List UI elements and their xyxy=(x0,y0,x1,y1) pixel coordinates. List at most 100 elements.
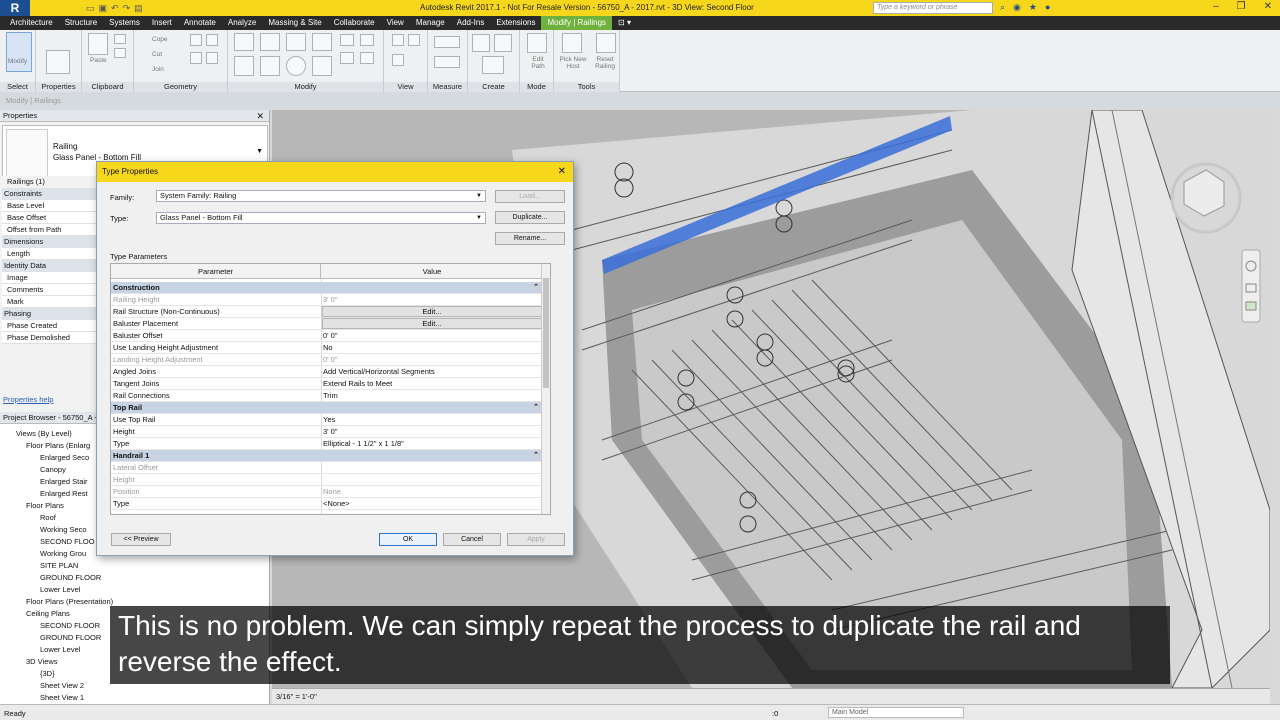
create-group-icon[interactable] xyxy=(482,56,504,74)
paste-button[interactable] xyxy=(88,33,108,55)
family-select[interactable]: System Family: Railing ▼ xyxy=(156,190,486,202)
linework-icon[interactable] xyxy=(392,54,404,66)
collapse-icon[interactable]: ⌃ xyxy=(533,282,539,294)
ribbon-tab[interactable]: Annotate xyxy=(178,16,222,30)
split-face-icon[interactable] xyxy=(190,52,202,64)
parameter-row[interactable]: Use Top Rail Yes xyxy=(111,414,543,426)
browser-tree-item[interactable]: Enlarged Rest xyxy=(40,489,88,498)
copy-clipboard-icon[interactable] xyxy=(114,34,126,44)
favorites-icon[interactable]: ★ xyxy=(1029,2,1037,13)
properties-button[interactable] xyxy=(46,50,70,74)
revit-logo-icon[interactable]: R xyxy=(0,0,30,16)
browser-tree-item[interactable]: Canopy xyxy=(40,465,66,474)
split-icon[interactable] xyxy=(340,34,354,46)
cope-button[interactable]: Cope xyxy=(152,36,168,43)
parameter-row[interactable]: Use Landing Height Adjustment No xyxy=(111,342,543,354)
collapse-icon[interactable]: ⌃ xyxy=(533,402,539,414)
cut-button[interactable]: Cut xyxy=(152,51,162,58)
array-icon[interactable] xyxy=(340,52,354,64)
ribbon-options-icon[interactable]: ⊡ ▾ xyxy=(612,16,637,30)
browser-tree-item[interactable]: Ceiling Plans xyxy=(26,609,70,618)
parameter-group-row[interactable]: Handrail 1 ⌃ xyxy=(111,450,543,462)
browser-tree-item[interactable]: Enlarged Stair xyxy=(40,477,88,486)
parameter-value[interactable]: No xyxy=(323,342,541,354)
ribbon-tab[interactable]: Insert xyxy=(146,16,178,30)
parameter-group-row[interactable]: Construction ⌃ xyxy=(111,282,543,294)
scrollbar-thumb[interactable] xyxy=(543,278,549,388)
modify-button[interactable] xyxy=(6,32,32,72)
parameter-row[interactable]: Baluster Placement Edit... xyxy=(111,318,543,330)
scale-icon[interactable] xyxy=(360,52,374,64)
browser-tree-item[interactable]: GROUND FLOOR xyxy=(40,573,101,582)
browser-tree-item[interactable]: SITE PLAN xyxy=(40,561,78,570)
browser-tree-item[interactable]: GROUND FLOOR xyxy=(40,633,101,642)
rotate-icon[interactable] xyxy=(286,56,306,76)
dimension-icon[interactable] xyxy=(434,56,460,68)
ribbon-tab[interactable]: Collaborate xyxy=(328,16,381,30)
ribbon-tab[interactable]: Manage xyxy=(410,16,451,30)
open-icon[interactable]: ▭ xyxy=(86,3,95,14)
parameter-value[interactable]: 3' 0" xyxy=(323,426,541,438)
user-icon[interactable]: ● xyxy=(1045,2,1050,13)
rename-button[interactable]: Rename... xyxy=(495,232,565,245)
property-row[interactable]: Length xyxy=(2,248,96,260)
browser-tree-item[interactable]: Enlarged Seco xyxy=(40,453,89,462)
parameter-row[interactable]: Type Elliptical - 1 1/2" x 1 1/8" xyxy=(111,438,543,450)
create-assembly-icon[interactable] xyxy=(472,34,490,52)
instance-count[interactable]: Railings (1) xyxy=(2,176,96,188)
parameter-value[interactable]: Extend Rails to Meet xyxy=(323,378,541,390)
view-scale[interactable]: 3/16" = 1'-0" xyxy=(276,692,317,701)
parameter-value[interactable]: Yes xyxy=(323,414,541,426)
property-row[interactable]: Offset from Path xyxy=(2,224,96,236)
browser-tree-item[interactable]: Sheet View 1 xyxy=(40,693,84,702)
search-input[interactable]: Type a keyword or phrase xyxy=(873,2,993,14)
parameter-row[interactable]: Tangent Joins Extend Rails to Meet xyxy=(111,378,543,390)
browser-tree-item[interactable]: Views (By Level) xyxy=(16,429,72,438)
cut-clipboard-icon[interactable] xyxy=(114,48,126,58)
browser-tree-item[interactable]: {3D} xyxy=(40,669,55,678)
apply-button[interactable]: Apply xyxy=(507,533,565,546)
browser-tree-item[interactable]: Floor Plans xyxy=(26,501,64,510)
property-row[interactable]: Comments xyxy=(2,284,96,296)
ribbon-tab[interactable]: Modify | Railings xyxy=(541,16,613,30)
browser-tree-item[interactable]: Floor Plans (Enlarg xyxy=(26,441,90,450)
save-icon[interactable]: ▣ xyxy=(99,3,108,14)
chevron-down-icon[interactable]: ▼ xyxy=(256,148,263,155)
minimize-icon[interactable]: – xyxy=(1213,1,1219,12)
edit-button[interactable]: Edit... xyxy=(322,318,542,329)
type-select[interactable]: Glass Panel - Bottom Fill ▼ xyxy=(156,212,486,224)
browser-tree-item[interactable]: SECOND FLOOR xyxy=(40,621,100,630)
browser-tree-item[interactable]: Sheet View 2 xyxy=(40,681,84,690)
parameter-value[interactable]: Trim xyxy=(323,390,541,402)
parameter-row[interactable]: Rail Structure (Non-Continuous) Edit... xyxy=(111,306,543,318)
browser-tree-item[interactable]: Working Seco xyxy=(40,525,87,534)
parameter-value[interactable]: Elliptical - 1 1/2" x 1 1/8" xyxy=(323,438,541,450)
navigation-bar[interactable] xyxy=(1241,249,1261,323)
parameter-row[interactable]: Rail Connections Trim xyxy=(111,390,543,402)
create-parts-icon[interactable] xyxy=(494,34,512,52)
demolish-icon[interactable] xyxy=(206,52,218,64)
property-row[interactable]: Image xyxy=(2,272,96,284)
parameter-row[interactable]: Position None xyxy=(111,486,543,498)
parameter-row[interactable]: Height 3' 0" xyxy=(111,426,543,438)
redo-icon[interactable]: ↷ xyxy=(123,3,131,14)
ribbon-tab[interactable]: Massing & Site xyxy=(262,16,327,30)
parameter-row[interactable]: Lateral Offset xyxy=(111,462,543,474)
active-workset-select[interactable]: Main Model xyxy=(828,707,964,718)
collapse-icon[interactable]: ⌃ xyxy=(533,450,539,462)
parameter-group-row[interactable]: Top Rail ⌃ xyxy=(111,402,543,414)
property-row[interactable]: Mark xyxy=(2,296,96,308)
hide-icon[interactable] xyxy=(392,34,404,46)
property-row[interactable]: Phase Demolished xyxy=(2,332,96,344)
browser-tree-item[interactable]: SECOND FLOO xyxy=(40,537,95,546)
browser-tree-item[interactable]: 3D Views xyxy=(26,657,58,666)
ribbon-tab[interactable]: Add-Ins xyxy=(451,16,491,30)
align-icon[interactable] xyxy=(234,33,254,51)
restore-icon[interactable]: ❐ xyxy=(1237,1,1246,12)
ribbon-tab[interactable]: View xyxy=(381,16,410,30)
mirror-axis-icon[interactable] xyxy=(286,33,306,51)
print-icon[interactable]: ▤ xyxy=(134,3,143,14)
copy-icon[interactable] xyxy=(260,56,280,76)
parameter-row[interactable]: Railing Height 3' 0" xyxy=(111,294,543,306)
geometry-tool-icon[interactable] xyxy=(190,34,202,46)
